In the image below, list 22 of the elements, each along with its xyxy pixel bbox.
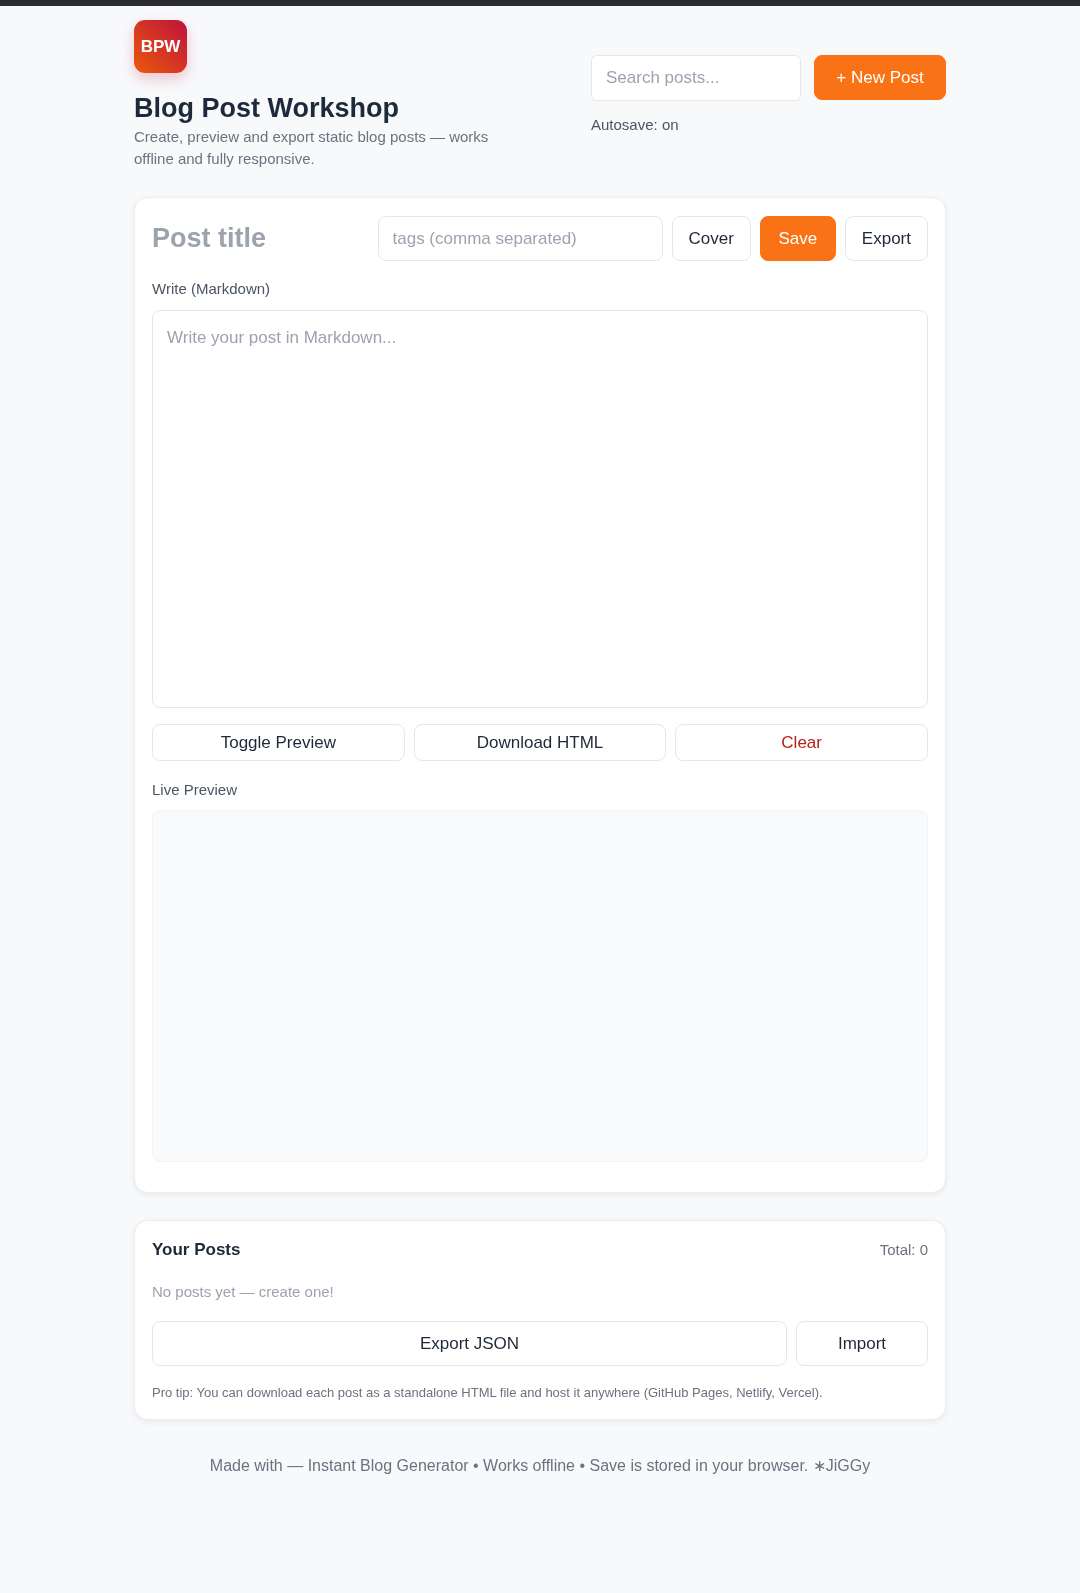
search-field[interactable]: Search posts... xyxy=(591,55,801,101)
toggle-preview-button[interactable]: Toggle Preview xyxy=(152,724,405,761)
preview-label: Live Preview xyxy=(152,780,239,800)
app-logo: BPW xyxy=(134,20,187,73)
empty-message: No posts yet — create one! xyxy=(152,1282,335,1302)
app-subtitle: Create, preview and export static blog posts — works offline and fully responsive. xyxy=(134,127,490,169)
export-json-button[interactable]: Export JSON xyxy=(152,1321,787,1366)
markdown-field[interactable]: Write your post in Markdown... xyxy=(152,310,928,708)
footer-text: Made with — Instant Blog Generator • Works offline • Save is stored in your browser. ∗JiGGy xyxy=(209,1456,871,1476)
export-button[interactable]: Export xyxy=(844,216,928,261)
post-count: Total: 0 xyxy=(879,1240,928,1260)
clear-button[interactable]: Clear xyxy=(675,724,928,761)
autosave-status: Autosave: on xyxy=(591,115,679,135)
import-button[interactable]: Import xyxy=(796,1321,928,1366)
title-field[interactable]: Post title xyxy=(152,216,369,261)
tip-text: Pro tip: You can download each post as a standalone HTML file and host it anywhere (GitHub Pages, Netlify, Vercel). xyxy=(152,1384,824,1402)
section-title: Your Posts xyxy=(152,1239,241,1261)
download-html-button[interactable]: Download HTML xyxy=(413,724,667,761)
cover-button[interactable]: Cover xyxy=(671,216,751,261)
write-label: Write (Markdown) xyxy=(152,279,272,299)
tags-field[interactable]: tags (comma separated) xyxy=(377,216,663,261)
app-title: Blog Post Workshop xyxy=(134,92,399,125)
